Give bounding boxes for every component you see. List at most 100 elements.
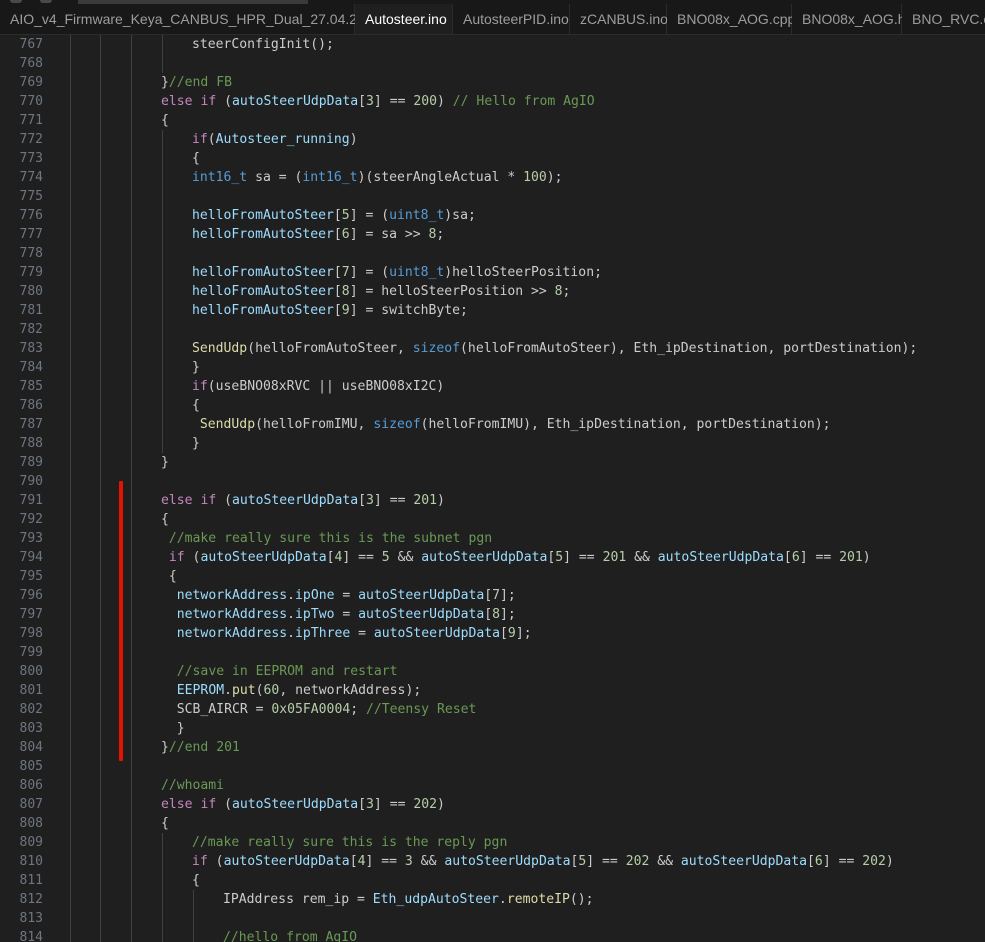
code-line[interactable]: 806 //whoami [0,776,985,795]
code-token: ( [207,132,216,147]
code-line[interactable]: 800 //save in EEPROM and restart [0,662,985,681]
code-line[interactable]: 788} [0,434,985,453]
code-line[interactable]: 774 int16_t sa = (int16_t)(steerAngleActu… [0,168,985,187]
code-line[interactable]: 814 //hello from AgIO [0,928,985,942]
code-line[interactable]: 801 EEPROM.put(60, networkAddress); [0,681,985,700]
indent-guide [162,890,163,909]
indent-guide [70,719,71,738]
code-line[interactable]: 812 IPAddress rem_ip = Eth_udpAutoSteer.r… [0,890,985,909]
code-line[interactable]: 786 { [0,396,985,415]
tab-bno08x-aog-h[interactable]: BNO08x_AOG.h [792,4,906,34]
command-center-bar[interactable] [78,0,308,4]
code-token: && [389,550,422,565]
code-token: { [161,113,169,128]
line-number: 810 [19,854,43,869]
line-number: 811 [19,873,43,888]
indent-guide [162,928,163,942]
code-line[interactable]: 783 SendUdp(helloFromAutoSteer, sizeof(he… [0,339,985,358]
code-line[interactable]: 782 [0,320,985,339]
code-line[interactable]: 811 { [0,871,985,890]
code-line[interactable]: 789} [0,453,985,472]
line-number: 782 [19,322,43,337]
code-line[interactable]: 805 [0,757,985,776]
indent-guide [131,795,132,814]
code-token: [ [333,265,342,280]
indent-guide [70,548,71,567]
code-line[interactable]: 775 [0,187,985,206]
code-line[interactable]: 777 helloFromAutoSteer[6] = sa >> 8; [0,225,985,244]
code-text: } [161,453,169,472]
code-token: 201 [602,550,627,565]
code-line[interactable]: 798 networkAddress.ipThree = autoSteerUd… [0,624,985,643]
indent-guide [100,320,101,339]
code-line[interactable]: 797 networkAddress.ipTwo = autoSteerUdpD… [0,605,985,624]
indent-guide [162,130,163,149]
code-line[interactable]: 793 //make really sure this is the subne… [0,529,985,548]
code-token: ] == [799,550,840,565]
code-line[interactable]: 794 if (autoSteerUdpData[4] == 5 && auto… [0,548,985,567]
code-line[interactable]: 804}//end 201 [0,738,985,757]
code-line[interactable]: 810 if (autoSteerUdpData[4] == 3 && autoS… [0,852,985,871]
indent-guide [100,548,101,567]
indent-guide [162,434,163,453]
code-line[interactable]: 791 else if (autoSteerUdpData[3] == 201) [0,491,985,510]
code-editor[interactable]: 767 steerConfigInit(); 768 769}//end FB 770 e… [0,35,985,942]
code-line[interactable]: 771 { [0,111,985,130]
code-line[interactable]: 790 [0,472,985,491]
code-line[interactable]: 769}//end FB [0,73,985,92]
code-line[interactable]: 813 [0,909,985,928]
code-line[interactable]: 780 helloFromAutoSteer[8] = helloSteerPos… [0,282,985,301]
code-text: } [192,358,200,377]
code-line[interactable]: 808 { [0,814,985,833]
code-line[interactable]: 776 helloFromAutoSteer[5] = (uint8_t)sa; [0,206,985,225]
tab-autosteer[interactable]: Autosteer.ino [355,4,453,34]
indent-guide [162,415,163,434]
code-token: autoSteerUdpData [358,588,485,603]
editor-tab-bar: AIO_v4_Firmware_Keya_CANBUS_HPR_Dual_27.… [0,0,985,35]
line-number: 773 [19,151,43,166]
code-token: if [192,854,208,869]
tab-bno08x-aog-cpp[interactable]: BNO08x_AOG.cpp [667,4,795,34]
code-line[interactable]: 787 SendUdp(helloFromIMU, sizeof(helloFr… [0,415,985,434]
indent-guide [70,472,71,491]
code-text: networkAddress.ipThree = autoSteerUdpDat… [161,624,532,643]
code-token: ( [216,493,232,508]
indent-guide [162,871,163,890]
code-line[interactable]: 778 [0,244,985,263]
indent-guide [100,225,101,244]
code-line[interactable]: 779 helloFromAutoSteer[7] = (uint8_t)hell… [0,263,985,282]
code-line[interactable]: 809 //make really sure this is the reply … [0,833,985,852]
line-number: 780 [19,284,43,299]
code-token: ] == [563,550,603,565]
code-line[interactable]: 785 if(useBNO08xRVC || useBNO08xI2C) [0,377,985,396]
code-line[interactable]: 802 SCB_AIRCR = 0x05FA0004; //Teensy Res… [0,700,985,719]
code-token: if [192,132,208,147]
tab-autosteer-pid[interactable]: AutosteerPID.ino [453,4,570,34]
indent-guide [131,453,132,472]
code-text: else if (autoSteerUdpData[3] == 201) [161,491,445,510]
code-line[interactable]: 770 else if (autoSteerUdpData[3] == 200) … [0,92,985,111]
tab-aio-firmware[interactable]: AIO_v4_Firmware_Keya_CANBUS_HPR_Dual_27.… [0,4,403,34]
code-line[interactable]: 767 steerConfigInit(); [0,35,985,54]
code-line[interactable]: 792 { [0,510,985,529]
code-token: autoSteerUdpData [373,626,501,641]
code-token: } [192,436,200,451]
code-line[interactable]: 807 else if (autoSteerUdpData[3] == 202) [0,795,985,814]
code-line[interactable]: 773 { [0,149,985,168]
code-line[interactable]: 784} [0,358,985,377]
code-token: . [224,683,232,698]
code-token: [ [484,607,493,622]
code-line[interactable]: 796 networkAddress.ipOne = autoSteerUdpD… [0,586,985,605]
code-line[interactable]: 803 } [0,719,985,738]
code-line[interactable]: 795 { [0,567,985,586]
code-token: [ [484,588,493,603]
code-line[interactable]: 772 if(Autosteer_running) [0,130,985,149]
code-line[interactable]: 768 [0,54,985,73]
tab-zcanbus[interactable]: zCANBUS.ino [570,4,668,34]
tab-bno-rvc[interactable]: BNO_RVC.cpp [902,4,985,34]
indent-guide [131,434,132,453]
code-line[interactable]: 781 helloFromAutoSteer[9] = switchByte; [0,301,985,320]
code-line[interactable]: 799 [0,643,985,662]
indent-guide [131,586,132,605]
code-text: else if (autoSteerUdpData[3] == 202) [161,795,445,814]
